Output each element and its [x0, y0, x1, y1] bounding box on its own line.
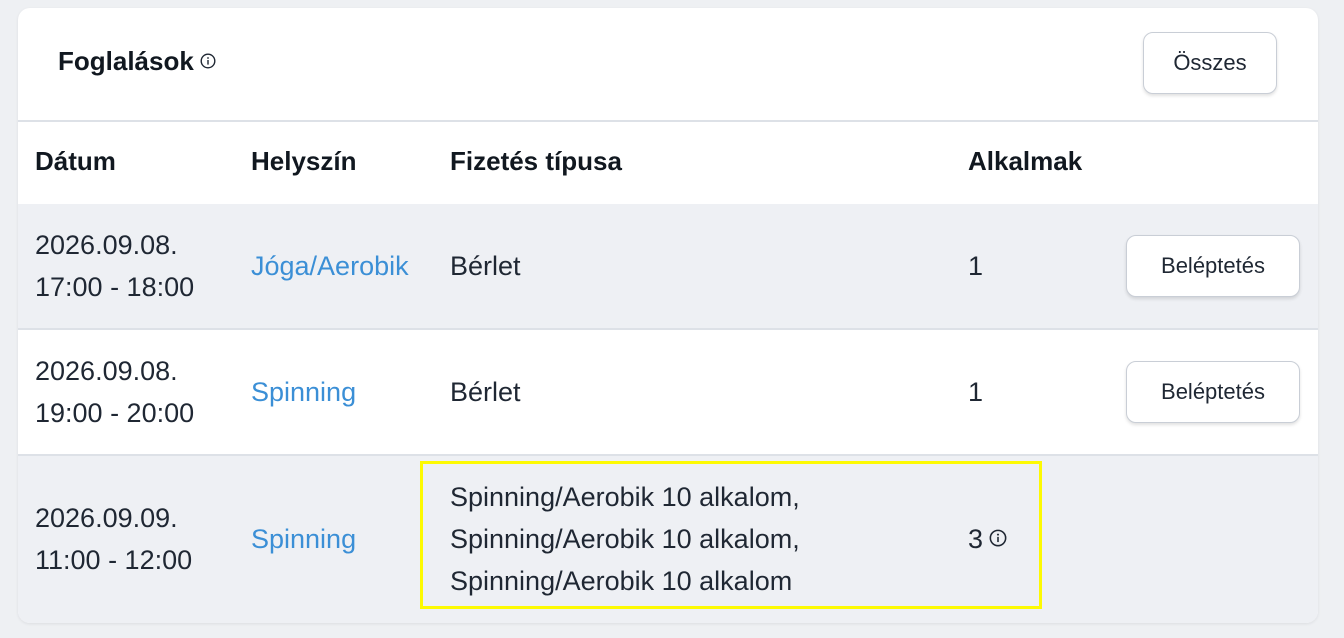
column-header-payment: Fizetés típusa [450, 146, 622, 176]
date-cell: 2026.09.08. 19:00 - 20:00 [35, 350, 194, 434]
table-row: 2026.09.08. 19:00 - 20:00 Spinning Bérle… [18, 330, 1318, 456]
column-header-date: Dátum [35, 146, 116, 176]
location-link[interactable]: Spinning [251, 371, 356, 413]
payment-type: Spinning/Aerobik 10 alkalom, [450, 482, 800, 512]
info-icon[interactable] [200, 53, 216, 69]
table-row: 2026.09.08. 17:00 - 18:00 Jóga/Aerobik B… [18, 204, 1318, 330]
count-value: 1 [968, 377, 984, 407]
date-cell: 2026.09.09. 11:00 - 12:00 [35, 497, 192, 581]
check-in-button[interactable]: Beléptetés [1126, 361, 1300, 423]
count-value: 3 [968, 524, 984, 554]
page-title: Foglalások [58, 46, 194, 76]
table-header: Dátum Helyszín Fizetés típusa Alkalmak [18, 120, 1318, 206]
payment-types: Spinning/Aerobik 10 alkalom, Spinning/Ae… [450, 476, 800, 602]
check-in-button[interactable]: Beléptetés [1126, 235, 1300, 297]
bookings-card: Foglalások Összes Dátum Helyszín Fizetés… [18, 8, 1318, 623]
column-header-count: Alkalmak [968, 146, 1083, 176]
booking-date: 2026.09.08. [35, 356, 178, 386]
date-cell: 2026.09.08. 17:00 - 18:00 [35, 224, 194, 308]
count-cell: 3 [968, 518, 1007, 560]
booking-time: 19:00 - 20:00 [35, 398, 195, 428]
card-header: Foglalások Összes [18, 8, 1318, 122]
location-link[interactable]: Jóga/Aerobik [251, 245, 409, 287]
payment-type: Spinning/Aerobik 10 alkalom, [450, 524, 800, 554]
booking-time: 11:00 - 12:00 [35, 545, 193, 575]
table-row: 2026.09.09. 11:00 - 12:00 Spinning Spinn… [18, 456, 1318, 623]
booking-date: 2026.09.08. [35, 230, 178, 260]
all-bookings-button[interactable]: Összes [1143, 32, 1277, 94]
payment-type: Bérlet [450, 377, 521, 407]
card-title-wrap: Foglalások [58, 46, 216, 77]
payment-type: Bérlet [450, 251, 521, 281]
booking-date: 2026.09.09. [35, 503, 178, 533]
booking-time: 17:00 - 18:00 [35, 272, 195, 302]
location-link[interactable]: Spinning [251, 518, 356, 560]
column-header-location: Helyszín [251, 146, 357, 176]
count-value: 1 [968, 251, 984, 281]
payment-type: Spinning/Aerobik 10 alkalom [450, 566, 793, 596]
info-icon[interactable] [989, 529, 1007, 547]
